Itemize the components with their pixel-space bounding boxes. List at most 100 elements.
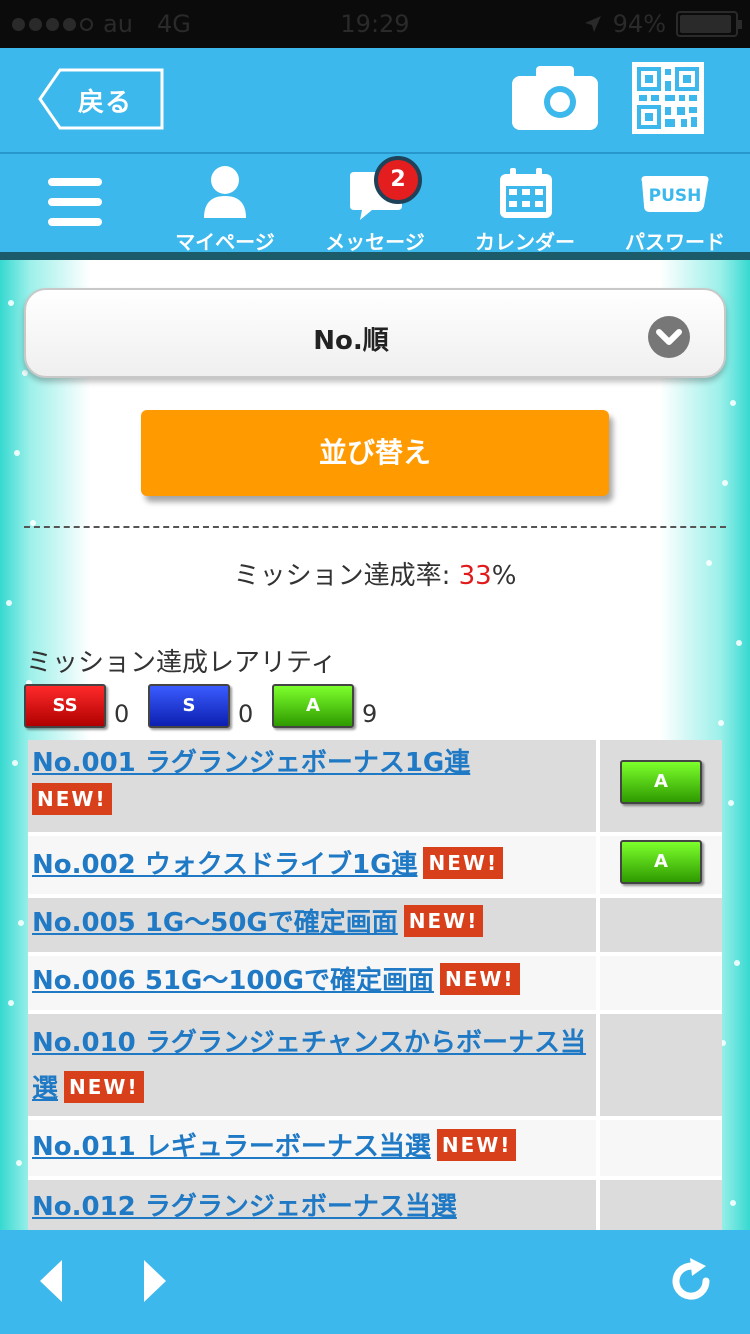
sparkle-decoration <box>16 1160 22 1166</box>
sparkle-decoration <box>718 720 724 726</box>
nav-item-messages[interactable]: 2 メッセージ <box>310 156 440 254</box>
mission-cell: No.002 ウォクスドライブ1G連 NEW! <box>28 836 596 894</box>
main-content: No.順 並び替え ミッション達成率: 33% ミッション達成レアリティ SS … <box>0 260 750 1230</box>
status-right: 94% <box>583 10 742 38</box>
qr-code-icon <box>635 65 701 131</box>
menu-button[interactable] <box>48 176 104 232</box>
nav-label-messages: メッセージ <box>325 230 425 254</box>
battery-icon <box>676 11 742 37</box>
new-badge: NEW! <box>64 1071 144 1103</box>
mission-rarity-cell: A <box>596 836 722 894</box>
mission-cell: No.005 1G〜50Gで確定画面 NEW! <box>28 898 596 952</box>
mission-link[interactable]: No.011 レギュラーボーナス当選 <box>32 1132 431 1162</box>
mission-rarity-cell: A <box>596 740 722 832</box>
new-badge: NEW! <box>436 1129 517 1161</box>
camera-button[interactable] <box>510 64 600 132</box>
sparkle-decoration <box>728 800 734 806</box>
rate-label: ミッション達成率: <box>233 561 459 591</box>
nav-item-password[interactable]: PUSH パスワード <box>610 164 740 254</box>
back-button[interactable]: 戻る <box>38 68 164 130</box>
sparkle-decoration <box>734 960 740 966</box>
sparkle-decoration <box>8 300 14 306</box>
mission-achievement-rate: ミッション達成率: 33% <box>0 555 750 592</box>
table-row: No.002 ウォクスドライブ1G連 NEW! A <box>28 836 722 898</box>
browser-forward-button[interactable] <box>128 1256 178 1306</box>
table-row: No.001 ラグランジェボーナス1G連 NEW! A <box>28 740 722 836</box>
sparkle-decoration <box>6 600 12 606</box>
reload-icon <box>672 1258 710 1300</box>
status-bar: au 4G 19:29 94% <box>0 0 750 48</box>
mission-rarity-cell <box>596 1180 722 1230</box>
nav-label-password: パスワード <box>625 230 725 254</box>
qr-code-button[interactable] <box>632 62 704 134</box>
sort-button[interactable]: 並び替え <box>141 410 609 496</box>
mission-link[interactable]: No.002 ウォクスドライブ1G連 <box>32 850 417 880</box>
sparkle-decoration <box>730 400 736 406</box>
sparkle-decoration <box>22 370 28 376</box>
new-badge: NEW! <box>423 847 504 879</box>
table-row: No.011 レギュラーボーナス当選 NEW! <box>28 1120 722 1180</box>
rarity-s-count: 0 <box>238 700 254 728</box>
rarity-a-count: 9 <box>362 700 378 728</box>
new-badge: NEW! <box>403 905 484 937</box>
sparkle-decoration <box>722 480 728 486</box>
calendar-icon <box>500 168 552 218</box>
rate-unit: % <box>491 561 517 591</box>
rarity-a-badge: A <box>620 760 702 804</box>
svg-text:PUSH: PUSH <box>649 186 702 206</box>
mission-cell: No.012 ラグランジェボーナス当選 <box>28 1180 596 1230</box>
nav-label-calendar: カレンダー <box>475 230 575 254</box>
battery-percent: 94% <box>612 10 666 38</box>
rarity-title: ミッション達成レアリティ <box>26 648 337 678</box>
push-icon: PUSH <box>641 176 709 212</box>
rarity-a-badge: A <box>620 840 702 884</box>
reload-button[interactable] <box>666 1256 716 1306</box>
arrow-right-icon <box>144 1260 166 1302</box>
nav-item-mypage[interactable]: マイページ <box>160 164 290 254</box>
sparkle-decoration <box>8 1000 14 1006</box>
new-badge: NEW! <box>32 783 112 815</box>
mission-link[interactable]: No.005 1G〜50Gで確定画面 <box>32 908 398 938</box>
rate-value: 33 <box>458 561 492 591</box>
mission-rarity-cell <box>596 1014 722 1116</box>
mission-cell: No.006 51G〜100Gで確定画面 NEW! <box>28 956 596 1010</box>
camera-icon <box>512 66 598 130</box>
app-header: 戻る <box>0 48 750 152</box>
sort-order-select[interactable]: No.順 <box>24 288 726 378</box>
table-row: No.010 ラグランジェチャンスからボーナス当選 NEW! <box>28 1014 722 1120</box>
nav-shadow <box>0 252 750 260</box>
bottom-toolbar <box>0 1230 750 1334</box>
location-arrow-icon <box>584 16 601 32</box>
mission-cell: No.011 レギュラーボーナス当選 NEW! <box>28 1120 596 1176</box>
divider <box>24 526 726 528</box>
table-row: No.006 51G〜100Gで確定画面 NEW! <box>28 956 722 1014</box>
sort-order-value: No.順 <box>313 326 389 356</box>
icon-nav-bar: マイページ 2 メッセージ カレンダー PUSH パスワード <box>0 152 750 256</box>
sparkle-decoration <box>18 920 24 926</box>
table-row: No.012 ラグランジェボーナス当選 <box>28 1180 722 1230</box>
mission-cell: No.001 ラグランジェボーナス1G連 NEW! <box>28 740 596 832</box>
sparkle-decoration <box>736 640 742 646</box>
person-icon <box>204 166 246 218</box>
nav-item-calendar[interactable]: カレンダー <box>460 164 590 254</box>
mission-rarity-cell <box>596 898 722 952</box>
mission-link[interactable]: No.006 51G〜100Gで確定画面 <box>32 966 434 996</box>
arrow-left-icon <box>40 1260 62 1302</box>
mission-link[interactable]: No.001 ラグランジェボーナス1G連 <box>32 748 470 778</box>
sparkle-decoration <box>730 1200 736 1206</box>
sparkle-decoration <box>12 760 18 766</box>
rarity-s-badge: S <box>148 684 230 728</box>
mission-rarity-cell <box>596 956 722 1010</box>
mission-table: No.001 ラグランジェボーナス1G連 NEW! A No.002 ウォクスド… <box>28 740 722 1230</box>
browser-back-button[interactable] <box>28 1256 78 1306</box>
table-row: No.005 1G〜50Gで確定画面 NEW! <box>28 898 722 956</box>
mission-cell: No.010 ラグランジェチャンスからボーナス当選 NEW! <box>28 1014 596 1116</box>
mission-rarity-cell <box>596 1120 722 1176</box>
mission-link[interactable]: No.012 ラグランジェボーナス当選 <box>32 1192 457 1222</box>
message-count-badge: 2 <box>374 156 422 204</box>
sparkle-decoration <box>14 450 20 456</box>
rarity-a-badge: A <box>272 684 354 728</box>
rarity-ss-count: 0 <box>114 700 130 728</box>
back-label: 戻る <box>78 88 133 118</box>
rarity-ss-badge: SS <box>24 684 106 728</box>
